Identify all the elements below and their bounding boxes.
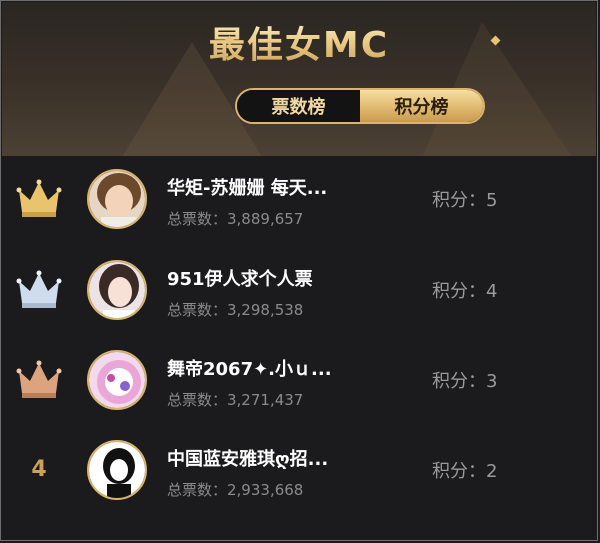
tab-points[interactable]: 积分榜 bbox=[360, 90, 483, 122]
points: 积分：5 bbox=[432, 190, 498, 211]
points: 积分：4 bbox=[432, 281, 498, 302]
total-votes: 总票数：2,933,668 bbox=[167, 481, 304, 499]
page-title: 最佳女MC bbox=[209, 16, 389, 68]
tab-votes[interactable]: 票数榜 bbox=[237, 90, 360, 122]
header: 最佳女MC 票数榜 积分榜 bbox=[2, 2, 596, 156]
bronze-crown-icon bbox=[16, 359, 62, 399]
avatar bbox=[87, 350, 147, 410]
points: 积分：3 bbox=[432, 371, 498, 392]
total-votes: 总票数：3,271,437 bbox=[167, 391, 304, 409]
tab-switcher: 票数榜 积分榜 bbox=[235, 88, 485, 124]
list-item[interactable]: 4 中国蓝安雅琪ღ招... 总票数：2,933,668 积分：2 bbox=[2, 427, 596, 517]
avatar bbox=[87, 440, 147, 500]
total-votes: 总票数：3,298,538 bbox=[167, 301, 304, 319]
silver-crown-icon bbox=[16, 269, 62, 309]
title-row: 最佳女MC bbox=[2, 16, 596, 66]
points: 积分：2 bbox=[432, 461, 498, 482]
avatar bbox=[87, 260, 147, 320]
ranking-list: 华矩-苏姗姗 每天... 总票数：3,889,657 积分：5 951伊人求个人… bbox=[2, 156, 596, 539]
rank-number: 4 bbox=[16, 449, 62, 489]
avatar bbox=[87, 169, 147, 229]
streamer-name: 舞帝2067✦.小ｕ... bbox=[167, 359, 332, 380]
rank-number-text: 4 bbox=[31, 456, 47, 482]
list-item[interactable]: 华矩-苏姗姗 每天... 总票数：3,889,657 积分：5 bbox=[2, 156, 596, 246]
total-votes: 总票数：3,889,657 bbox=[167, 210, 304, 228]
list-item[interactable]: 951伊人求个人票 总票数：3,298,538 积分：4 bbox=[2, 247, 596, 337]
streamer-name: 中国蓝安雅琪ღ招... bbox=[167, 449, 329, 470]
list-item[interactable]: 舞帝2067✦.小ｕ... 总票数：3,271,437 积分：3 bbox=[2, 337, 596, 427]
streamer-name: 951伊人求个人票 bbox=[167, 269, 313, 290]
gold-crown-icon bbox=[16, 178, 62, 218]
streamer-name: 华矩-苏姗姗 每天... bbox=[167, 178, 328, 199]
